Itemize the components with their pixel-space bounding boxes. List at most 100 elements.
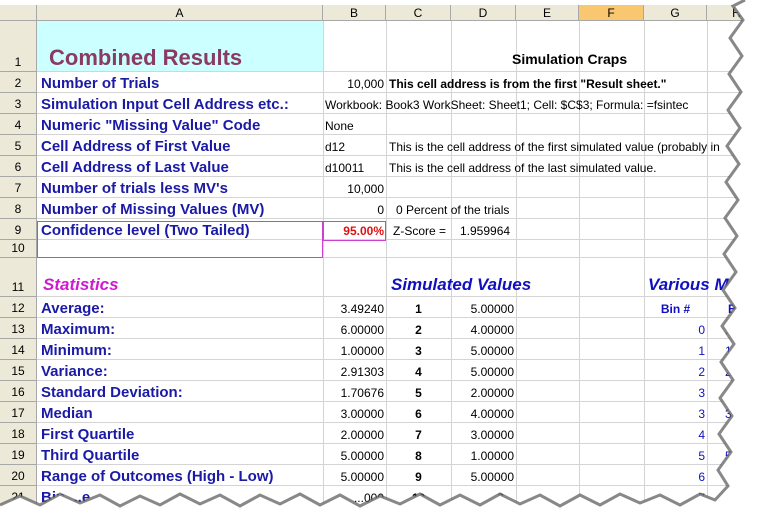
statistic-value[interactable]: 3.00000 <box>323 404 386 424</box>
statistic-value[interactable]: 6.00000 <box>323 320 386 340</box>
row-header[interactable]: 16 <box>0 381 37 402</box>
simulation-index: 2 <box>415 323 422 337</box>
bin-value: 3. <box>725 407 736 421</box>
input-value[interactable]: 0 <box>323 200 386 220</box>
simulation-index: 9 <box>415 470 422 484</box>
input-note: This cell address is from the first "Res… <box>389 77 667 91</box>
row-header[interactable]: 6 <box>0 156 37 177</box>
bin-value-header: Bin <box>728 302 748 316</box>
row-header[interactable]: 14 <box>0 339 37 360</box>
input-label: Number of Missing Values (MV) <box>41 201 265 218</box>
bin-value: 1.00 <box>725 344 749 358</box>
simulation-index: 7 <box>415 428 422 442</box>
row-header[interactable]: 17 <box>0 402 37 423</box>
column-header-c[interactable]: C <box>386 5 451 21</box>
bin-value: 4.00 <box>725 428 749 442</box>
bin-number: 0 <box>698 323 705 337</box>
row-header[interactable]: 7 <box>0 177 37 198</box>
row-header[interactable]: 12 <box>0 297 37 318</box>
row-header[interactable]: 13 <box>0 318 37 339</box>
row-header[interactable]: 11 <box>0 258 37 297</box>
simulation-index: 10 <box>411 491 426 505</box>
statistic-value[interactable]: 5.00000 <box>323 446 386 466</box>
row-header[interactable]: 19 <box>0 444 37 465</box>
row-header[interactable]: 10 <box>0 240 37 258</box>
input-label: Numeric "Missing Value" Code <box>41 117 261 134</box>
row-header[interactable]: 5 <box>0 135 37 156</box>
statistic-label: Variance: <box>41 363 108 380</box>
input-value[interactable]: d12 <box>323 137 347 157</box>
gridline <box>707 21 708 511</box>
simulation-title: Simulation Craps <box>512 51 628 67</box>
bin-number: 6 <box>698 470 705 484</box>
row-header[interactable]: 9 <box>0 219 37 240</box>
input-value[interactable]: 10,000 <box>323 179 386 199</box>
row-header[interactable]: 1 <box>0 21 37 72</box>
column-header-h[interactable]: H <box>707 5 760 21</box>
bin-value: 3. <box>725 386 736 400</box>
input-value[interactable]: Workbook: Book3 WorkSheet: Sheet1; Cell:… <box>323 95 690 115</box>
statistic-label: Maximum: <box>41 321 116 338</box>
row-header[interactable]: 2 <box>0 72 37 93</box>
simulated-value[interactable]: 3... <box>451 488 516 508</box>
input-value[interactable]: d10011 <box>323 158 366 178</box>
bin-number: 3 <box>698 386 705 400</box>
select-all-corner[interactable] <box>0 5 37 21</box>
statistic-label: Bin ...e <box>41 489 91 506</box>
bin-number: 2 <box>698 365 705 379</box>
simulated-values-title: Simulated Values <box>391 275 532 294</box>
input-note: 0 Percent of the trials <box>396 203 510 217</box>
bin-number: 1 <box>698 344 705 358</box>
z-score-value: 1.959964 <box>460 224 511 238</box>
page-title: Combined Results <box>49 45 243 70</box>
input-label: Confidence level (Two Tailed) <box>41 222 250 239</box>
column-header-d[interactable]: D <box>451 5 516 21</box>
statistic-label: Third Quartile <box>41 447 140 464</box>
simulated-value[interactable]: 2.00000 <box>451 383 516 403</box>
statistic-label: Average: <box>41 300 105 317</box>
bin-number: 4 <box>698 428 705 442</box>
bin-value: 5.0 <box>725 449 742 463</box>
input-value[interactable]: None <box>323 116 356 136</box>
simulation-index: 8 <box>415 449 422 463</box>
statistic-value[interactable]: 1.70676 <box>323 383 386 403</box>
simulated-value[interactable]: 1.00000 <box>451 446 516 466</box>
input-label: Simulation Input Cell Address etc.: <box>41 96 289 113</box>
column-header-b[interactable]: B <box>323 5 386 21</box>
simulated-value[interactable]: 5.00000 <box>451 362 516 382</box>
statistic-value[interactable]: 1.00000 <box>323 341 386 361</box>
column-header-a[interactable]: A <box>37 5 323 21</box>
simulated-value[interactable]: 5.00000 <box>451 299 516 319</box>
statistic-value[interactable]: 3.49240 <box>323 299 386 319</box>
row-header[interactable]: 4 <box>0 114 37 135</box>
column-header-f[interactable]: F <box>579 5 644 21</box>
bin-number-header: Bin # <box>660 302 691 316</box>
column-header-g[interactable]: G <box>644 5 707 21</box>
confidence-input[interactable]: 95.00% <box>323 221 386 241</box>
simulation-index: 5 <box>415 386 422 400</box>
row-header[interactable]: 15 <box>0 360 37 381</box>
input-label: Cell Address of Last Value <box>41 159 229 176</box>
statistic-value[interactable]: ...000 <box>323 488 386 508</box>
statistic-label: Minimum: <box>41 342 112 359</box>
row-header[interactable]: 21 <box>0 486 37 507</box>
simulated-value[interactable]: 4.00000 <box>451 320 516 340</box>
input-value[interactable]: 10,000 <box>323 74 386 94</box>
row-header[interactable]: 8 <box>0 198 37 219</box>
row-header[interactable]: 18 <box>0 423 37 444</box>
column-header-e[interactable]: E <box>516 5 579 21</box>
statistic-value[interactable]: 2.91303 <box>323 362 386 382</box>
statistic-value[interactable]: 2.00000 <box>323 425 386 445</box>
statistic-label: Range of Outcomes (High - Low) <box>41 468 274 485</box>
bin-number: 7 <box>698 491 705 505</box>
simulated-value[interactable]: 3.00000 <box>451 425 516 445</box>
row-header[interactable]: 3 <box>0 93 37 114</box>
statistic-value[interactable]: 5.00000 <box>323 467 386 487</box>
row-header[interactable]: 20 <box>0 465 37 486</box>
simulated-value[interactable]: 5.00000 <box>451 341 516 361</box>
various-measures-title: Various M <box>648 275 729 294</box>
simulated-value[interactable]: 4.00000 <box>451 404 516 424</box>
simulated-value[interactable]: 5.00000 <box>451 467 516 487</box>
input-label: Number of trials less MV's <box>41 180 228 197</box>
simulation-index: 1 <box>415 302 422 316</box>
